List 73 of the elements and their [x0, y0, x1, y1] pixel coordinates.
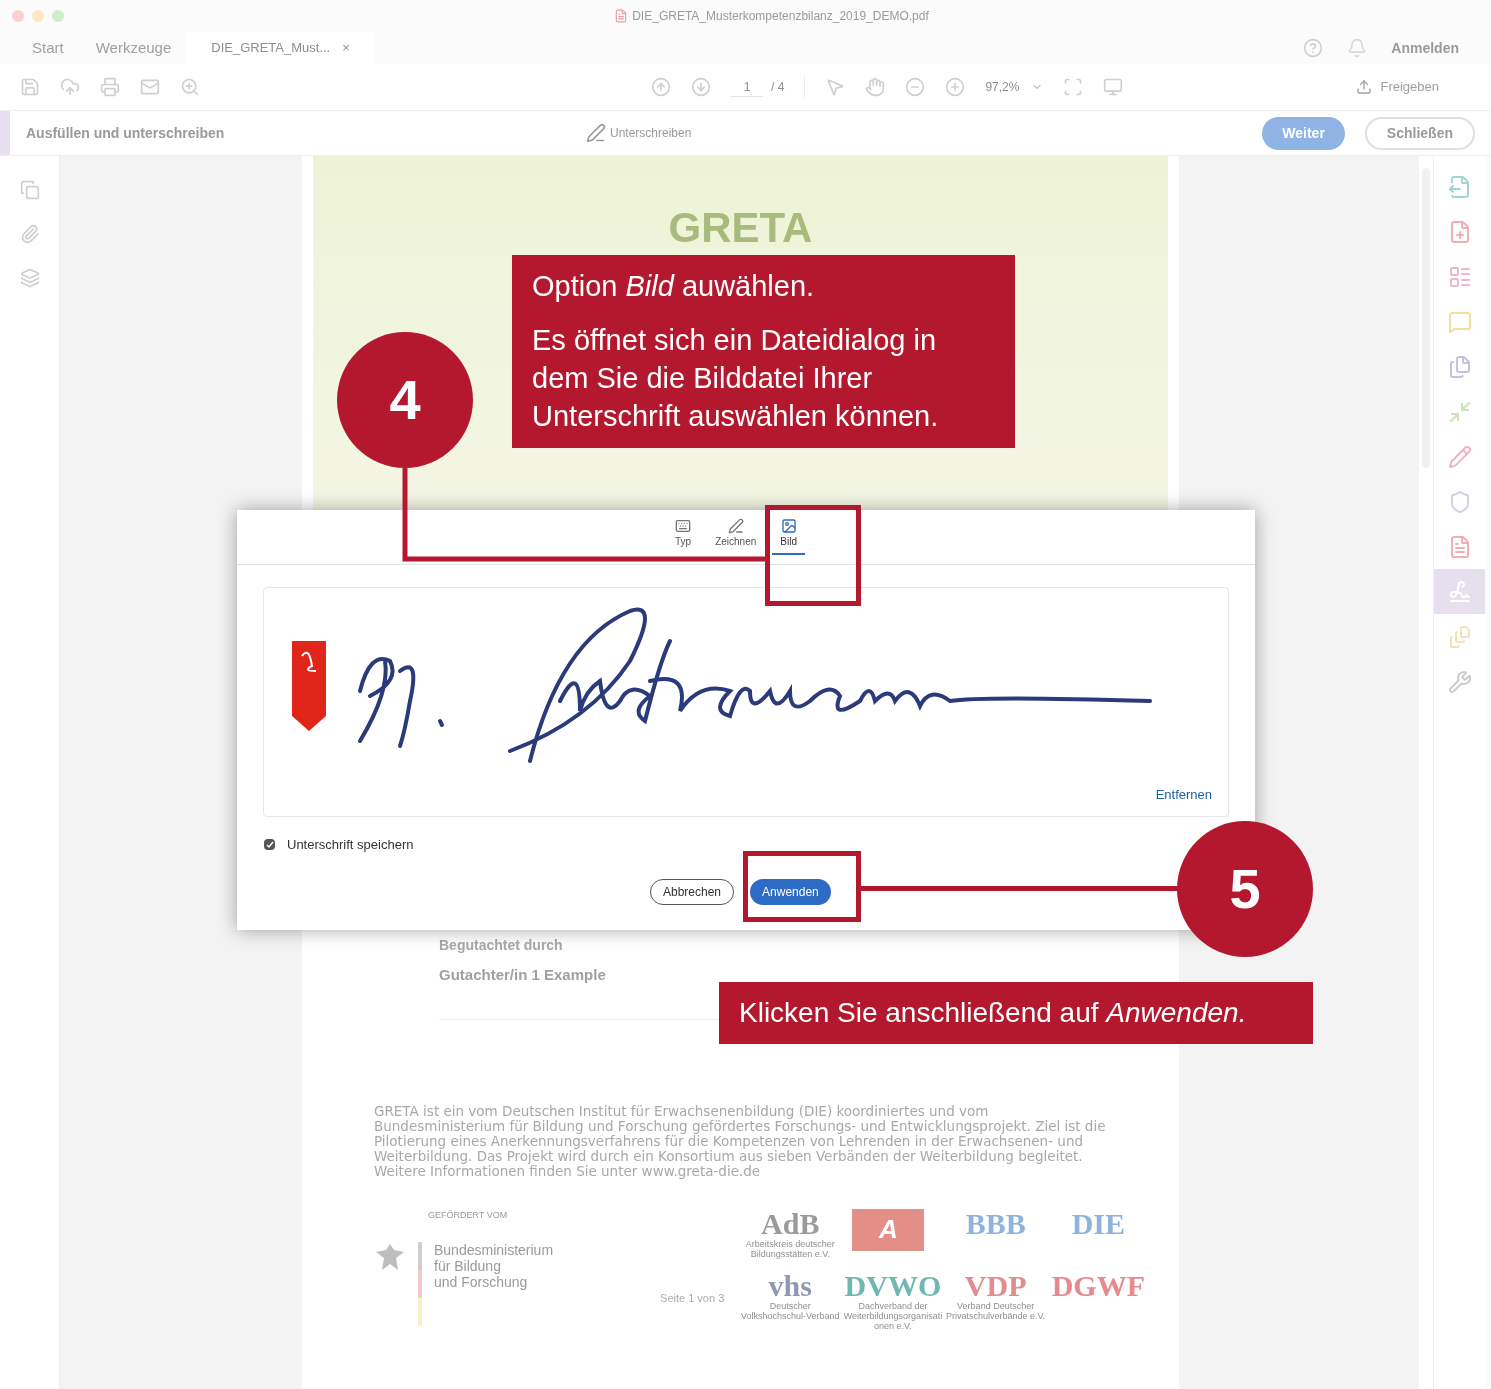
nav-tab[interactable]: DIE_GRETA_Must... × [187, 32, 374, 64]
reviewed-label: Begutachtet durch [439, 936, 564, 955]
pen-icon [586, 123, 606, 143]
partner-caption: Verband Deutscher Privatschulverbände e.V. [945, 1300, 1046, 1321]
upload-icon[interactable] [60, 77, 80, 97]
pointer-icon[interactable] [825, 77, 846, 97]
partner-caption: Dachverband der Weiterbildungsorganisationen e.V. [842, 1300, 943, 1331]
close-button[interactable]: Schließen [1364, 116, 1475, 150]
page-count: / 4 [771, 79, 785, 96]
help-icon[interactable] [1303, 38, 1324, 58]
partner-logo: VDP [964, 1270, 1027, 1301]
save-signature-checkbox[interactable] [264, 839, 275, 851]
zoom-in-icon[interactable] [945, 77, 966, 97]
project-description: GRETA ist ein vom Deutschen Institut für Erwachsenenbildung (DIE) koordiniertes und vom Bundesministerium für Bildung und Forschung gefördertes Forschungs- und Entwicklungsprojekt. Ziel ist die Pilotierung eines Anerkennungsverfahrens für die Kompetenzen von Lehrenden in der Erwachsenen- und Weiterbildung. Das Projekt wird durch ein Konsortium aus sieben Verbänden der Weiterbildung begleitet. Weitere Informationen finden Sie unter www.greta-die.de [374, 1103, 1107, 1179]
print-icon[interactable] [100, 77, 120, 97]
callout-text: Es öffnet sich ein Dateidialog in dem Sie die Bilddatei Ihrer Unterschrift auswählen können. [532, 323, 940, 434]
zoom-window-icon[interactable] [52, 10, 64, 22]
callout-text: Option Bild auwählen. [532, 269, 816, 304]
sign-in-button[interactable]: Anmelden [1391, 37, 1459, 59]
pdf-file-icon [614, 9, 629, 23]
greta-logo: GRETA [668, 206, 813, 250]
save-icon[interactable] [20, 77, 40, 97]
signature-tab[interactable]: Bild [772, 518, 805, 555]
pen-icon [727, 518, 744, 534]
nav-tab[interactable]: Werkzeuge [79, 32, 188, 64]
window-title: DIE_GRETA_Musterkompetenzbilanz_2019_DEMO.pdf [632, 8, 929, 25]
zoom-dropdown[interactable]: 97,2% [985, 78, 1044, 96]
notification-icon[interactable] [1347, 38, 1368, 58]
ministry-name: für Bildung [434, 1258, 502, 1274]
layers-icon[interactable] [19, 268, 40, 288]
remove-link[interactable]: Entfernen [1155, 784, 1212, 804]
partner-logo: DIE [1071, 1208, 1125, 1239]
close-window-icon[interactable] [12, 10, 24, 22]
zoom-out-icon[interactable] [905, 77, 926, 97]
sign-ribbon-icon [292, 641, 326, 732]
pages-icon[interactable] [19, 180, 40, 200]
next-button[interactable]: Weiter [1262, 116, 1345, 150]
minimize-window-icon[interactable] [32, 10, 44, 22]
callout-text: Klicken Sie anschließend auf Anwenden. [739, 996, 1247, 1030]
attachment-icon[interactable] [19, 224, 40, 244]
search-icon[interactable] [180, 77, 200, 97]
nav-tab[interactable]: Start [16, 32, 80, 64]
image-icon [780, 518, 797, 534]
previous-page-icon[interactable] [651, 77, 672, 97]
keyboard-icon [675, 518, 692, 534]
share-button[interactable]: Freigeben [1344, 77, 1451, 97]
page-number-field[interactable]: 1 [731, 77, 764, 97]
sign-button[interactable]: Unterschreiben [586, 123, 692, 143]
mail-icon[interactable] [140, 77, 160, 97]
partner-caption: Deutscher Volkshochschul-Verband [740, 1300, 841, 1321]
funded-by-label: GEFÖRDERT VOM [428, 1208, 509, 1222]
signature-tab[interactable]: Zeichnen [707, 518, 765, 555]
partner-logo: AdB [761, 1208, 820, 1239]
reviewer-name: Gutachter/in 1 Example [439, 965, 607, 985]
hand-icon[interactable] [865, 77, 886, 97]
ministry-name: Bundesministerium [434, 1242, 554, 1258]
upload-icon [1356, 79, 1373, 95]
signature-tab[interactable]: Typ [667, 518, 700, 555]
partner-caption: Arbeitskreis deutscher Bildungsstätten e.V. [744, 1238, 836, 1259]
next-page-icon[interactable] [691, 77, 712, 97]
fill-sign-title: Ausfüllen und unterschreiben [26, 123, 226, 143]
ministry-name: und Forschung [434, 1274, 529, 1290]
presentation-icon[interactable] [1103, 77, 1124, 97]
partner-logo: DVWO [844, 1270, 942, 1301]
save-signature-label: Unterschrift speichern [287, 836, 414, 854]
fit-page-icon[interactable] [1063, 77, 1084, 97]
apply-button[interactable]: Anwenden [750, 878, 831, 905]
partner-logo: BBB [965, 1208, 1026, 1239]
tool-button[interactable] [1434, 569, 1485, 614]
partner-logo: DGWF [1051, 1270, 1145, 1301]
partner-logo: vhs [768, 1270, 812, 1301]
partner-logo: A [852, 1208, 925, 1251]
page-info: Seite 1 von 3 [660, 1291, 725, 1306]
